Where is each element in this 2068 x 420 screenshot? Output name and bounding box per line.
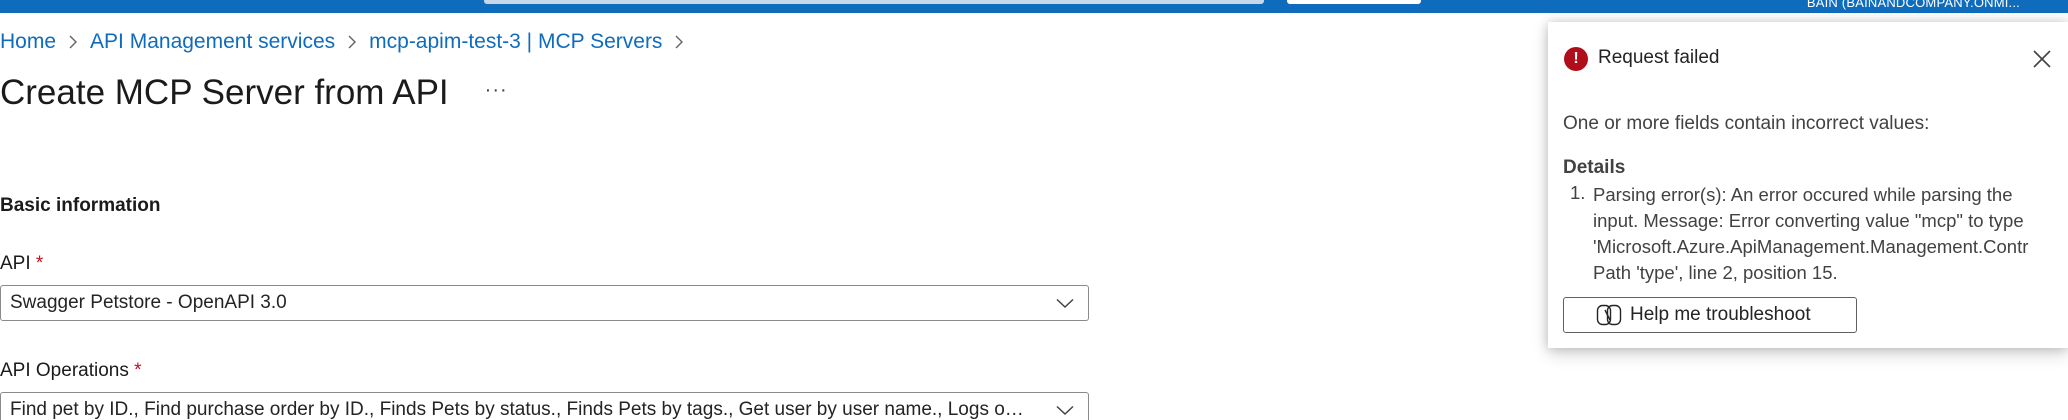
account-name[interactable]: BAIN (BAINANDCOMPANY.ONMI... [1807, 0, 2020, 10]
page-title: Create MCP Server from API [0, 73, 449, 112]
title-row: Create MCP Server from API ··· [0, 70, 508, 116]
breadcrumb-home[interactable]: Home [0, 30, 56, 54]
copilot-icon [1596, 304, 1622, 326]
required-marker: * [35, 253, 44, 274]
section-title: Basic information [0, 195, 161, 216]
required-marker: * [134, 360, 142, 381]
help-troubleshoot-button[interactable]: Help me troubleshoot [1563, 297, 1857, 333]
details-line: Path 'type', line 2, position 15. [1593, 262, 1838, 283]
breadcrumb: Home API Management services mcp-apim-te… [0, 28, 696, 56]
chevron-down-icon [1042, 298, 1088, 309]
api-label: API * [0, 253, 43, 275]
help-troubleshoot-label: Help me troubleshoot [1630, 304, 1811, 325]
chevron-right-icon [335, 35, 369, 49]
chevron-right-icon [56, 35, 90, 49]
close-icon[interactable] [2028, 45, 2056, 73]
error-icon: ! [1564, 47, 1588, 71]
api-label-text: API [0, 253, 31, 274]
details-item-text: Parsing error(s): An error occured while… [1593, 182, 2063, 286]
details-line: 'Microsoft.Azure.ApiManagement.Managemen… [1593, 236, 2029, 257]
api-selected-value: Swagger Petstore - OpenAPI 3.0 [10, 292, 287, 313]
details-line: Parsing error(s): An error occured while… [1593, 184, 2013, 205]
api-dropdown[interactable]: Swagger Petstore - OpenAPI 3.0 [0, 285, 1089, 321]
top-bar-button[interactable] [1287, 0, 1421, 4]
notification-message: One or more fields contain incorrect val… [1563, 113, 1930, 134]
api-operations-label-text: API Operations [0, 360, 129, 381]
more-options-button[interactable]: ··· [485, 79, 508, 102]
breadcrumb-api-management[interactable]: API Management services [90, 30, 335, 54]
notification-title: Request failed [1598, 47, 1720, 68]
details-heading: Details [1563, 157, 1626, 178]
api-operations-dropdown[interactable]: Find pet by ID., Find purchase order by … [0, 392, 1089, 420]
breadcrumb-mcp-servers[interactable]: mcp-apim-test-3 | MCP Servers [369, 30, 662, 54]
api-operations-selected-value: Find pet by ID., Find purchase order by … [10, 399, 1042, 420]
chevron-right-icon [662, 35, 696, 49]
api-operations-label: API Operations * [0, 360, 142, 382]
global-search-input[interactable] [484, 0, 1264, 4]
error-notification: ! Request failed One or more fields cont… [1548, 22, 2068, 348]
details-item-number: 1. [1570, 182, 1586, 203]
top-bar: BAIN (BAINANDCOMPANY.ONMI... [0, 0, 2068, 13]
details-line: input. Message: Error converting value "… [1593, 210, 2024, 231]
chevron-down-icon [1042, 405, 1088, 416]
